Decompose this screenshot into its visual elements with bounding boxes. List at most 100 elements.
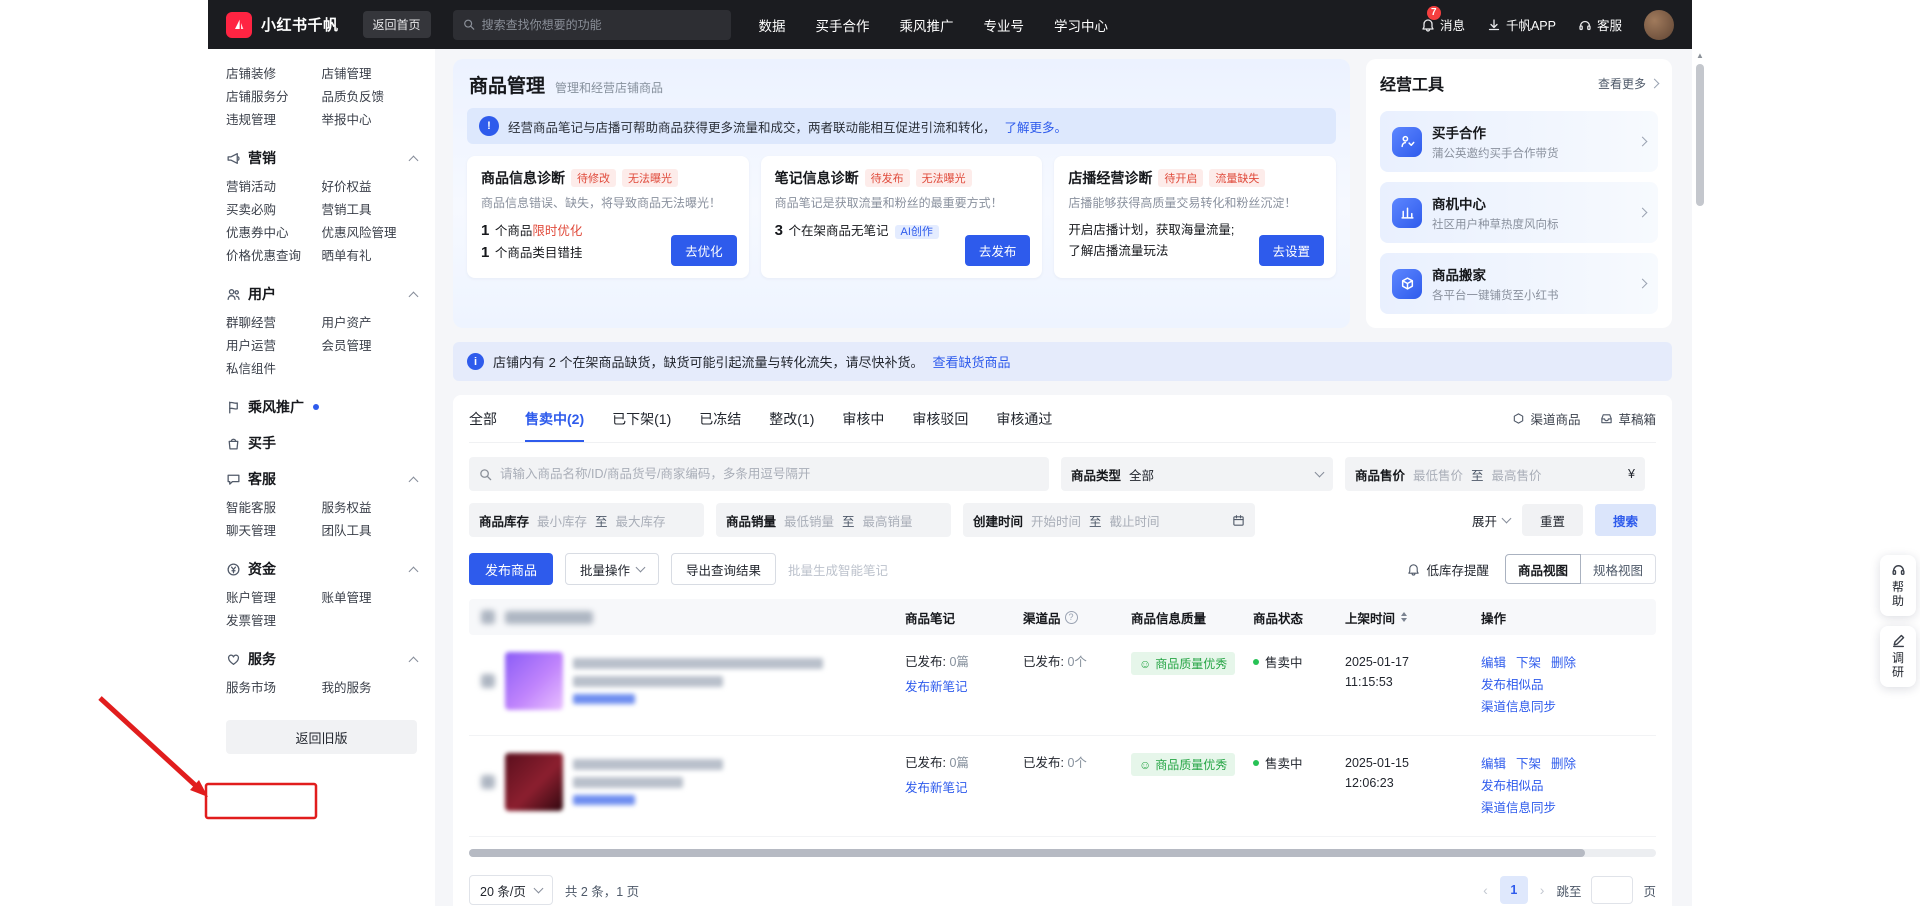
channel-sync-link[interactable]: 渠道信息同步	[1481, 801, 1556, 815]
tab-auditing[interactable]: 审核中	[842, 395, 884, 442]
sidebar-section-wind-promo[interactable]: 乘风推广	[226, 397, 417, 417]
sidebar-section-customer-service[interactable]: 客服	[226, 469, 417, 489]
brand-logo-icon[interactable]	[226, 12, 252, 38]
sidebar-item-promo-risk-management[interactable]: 优惠风险管理	[322, 222, 418, 245]
reset-button[interactable]: 重置	[1522, 504, 1583, 536]
max-stock-input[interactable]: 最大库存	[616, 511, 666, 530]
sidebar-item-marketing-campaign[interactable]: 营销活动	[226, 176, 322, 199]
jump-to-page-input[interactable]	[1591, 876, 1633, 904]
sidebar-item-shop-decoration[interactable]: 店铺装修	[226, 63, 322, 86]
nav-pro-account[interactable]: 专业号	[984, 15, 1025, 35]
sidebar-item-price-promo-query[interactable]: 价格优惠查询	[226, 245, 322, 268]
vertical-scrollbar[interactable]: ▲	[1694, 49, 1706, 906]
edit-link[interactable]: 编辑	[1481, 757, 1506, 771]
publish-new-note-link[interactable]: 发布新笔记	[905, 777, 968, 796]
go-publish-button[interactable]: 去发布	[965, 235, 1031, 266]
sidebar-item-report-center[interactable]: 举报中心	[322, 109, 418, 132]
tab-offline[interactable]: 已下架(1)	[612, 395, 671, 442]
ai-create-tag[interactable]: AI创作	[895, 225, 939, 239]
scroll-up-arrow-icon[interactable]: ▲	[1694, 49, 1706, 63]
view-spec-toggle[interactable]: 规格视图	[1580, 554, 1656, 584]
channel-goods-entry[interactable]: 渠道商品	[1512, 409, 1580, 428]
export-results-button[interactable]: 导出查询结果	[671, 553, 776, 585]
batch-operation-dropdown[interactable]: 批量操作	[565, 553, 659, 585]
low-stock-alert-toggle[interactable]: 低库存提醒	[1407, 560, 1489, 579]
back-to-old-version-button[interactable]: 返回旧版	[226, 720, 417, 754]
live-traffic-guide-link[interactable]: 了解店播流量玩法	[1068, 241, 1250, 262]
go-setup-button[interactable]: 去设置	[1259, 235, 1325, 266]
tab-selling[interactable]: 售卖中(2)	[525, 395, 584, 442]
tab-rectify[interactable]: 整改(1)	[769, 395, 814, 442]
min-sales-input[interactable]: 最低销量	[784, 511, 834, 530]
max-sales-input[interactable]: 最高销量	[863, 511, 913, 530]
tool-product-mover[interactable]: 商品搬家 各平台一键铺货至小红书	[1380, 253, 1658, 314]
sidebar-item-dm-widget[interactable]: 私信组件	[226, 358, 322, 381]
publish-similar-link[interactable]: 发布相似品	[1481, 678, 1544, 692]
sidebar-item-group-chat[interactable]: 群聊经营	[226, 312, 322, 335]
user-avatar[interactable]	[1644, 10, 1674, 40]
tool-buyer-coop[interactable]: 买手合作 蒲公英邀约买手合作带货	[1380, 111, 1658, 172]
product-search-field[interactable]	[469, 457, 1049, 491]
topbar-search[interactable]	[453, 10, 731, 40]
sidebar-section-buyer[interactable]: 买手	[226, 433, 417, 453]
publish-similar-link[interactable]: 发布相似品	[1481, 779, 1544, 793]
sidebar-section-fund[interactable]: 资金	[226, 559, 417, 579]
go-optimize-button[interactable]: 去优化	[671, 235, 737, 266]
qianfan-app-entry[interactable]: 千帆APP	[1487, 15, 1556, 34]
edit-link[interactable]: 编辑	[1481, 656, 1506, 670]
sidebar-item-account-management[interactable]: 账户管理	[226, 587, 322, 610]
take-down-link[interactable]: 下架	[1516, 656, 1541, 670]
product-type-select[interactable]: 商品类型 全部	[1061, 457, 1333, 491]
learn-more-link[interactable]: 了解更多。	[1005, 117, 1068, 136]
tab-all[interactable]: 全部	[469, 395, 497, 442]
tab-passed[interactable]: 审核通过	[996, 395, 1052, 442]
sidebar-item-service-market[interactable]: 服务市场	[226, 677, 322, 700]
horizontal-scrollbar[interactable]	[469, 849, 1656, 857]
search-button[interactable]: 搜索	[1595, 504, 1656, 536]
sidebar-item-violation-management[interactable]: 违规管理	[226, 109, 322, 132]
tab-frozen[interactable]: 已冻结	[699, 395, 741, 442]
sidebar-item-invoice-management[interactable]: 发票管理	[226, 610, 322, 633]
help-float-button[interactable]: 帮助	[1880, 555, 1916, 616]
sidebar-item-shop-management[interactable]: 店铺管理	[322, 63, 418, 86]
end-time-input[interactable]: 截止时间	[1110, 511, 1160, 530]
tool-opportunity-center[interactable]: 商机中心 社区用户种草热度风向标	[1380, 182, 1658, 243]
back-home-button[interactable]: 返回首页	[363, 11, 431, 38]
publish-new-note-link[interactable]: 发布新笔记	[905, 676, 968, 695]
nav-buyer-coop[interactable]: 买手合作	[816, 15, 870, 35]
expand-filters-toggle[interactable]: 展开	[1472, 511, 1510, 530]
sidebar-item-quality-feedback[interactable]: 品质负反馈	[322, 86, 418, 109]
sidebar-item-marketing-tools[interactable]: 营销工具	[322, 199, 418, 222]
sidebar-item-shop-service-score[interactable]: 店铺服务分	[226, 86, 322, 109]
topbar-search-input[interactable]	[482, 18, 721, 32]
sidebar-item-member-management[interactable]: 会员管理	[322, 335, 418, 358]
sidebar-item-coupon-center[interactable]: 优惠券中心	[226, 222, 322, 245]
prev-page-button[interactable]: ‹	[1481, 882, 1490, 898]
sidebar-section-service[interactable]: 服务	[226, 649, 417, 669]
current-page-number[interactable]: 1	[1500, 876, 1528, 904]
delete-link[interactable]: 删除	[1551, 757, 1576, 771]
sidebar-section-user[interactable]: 用户	[226, 284, 417, 304]
survey-float-button[interactable]: 调研	[1880, 626, 1916, 687]
sidebar-item-review-reward[interactable]: 晒单有礼	[322, 245, 418, 268]
delete-link[interactable]: 删除	[1551, 656, 1576, 670]
sort-icon[interactable]	[1401, 612, 1407, 622]
question-icon[interactable]: ?	[1065, 611, 1078, 624]
sidebar-item-good-price-benefit[interactable]: 好价权益	[322, 176, 418, 199]
take-down-link[interactable]: 下架	[1516, 757, 1541, 771]
sidebar-item-chat-management[interactable]: 聊天管理	[226, 520, 322, 543]
horizontal-scrollbar-thumb[interactable]	[469, 849, 1585, 857]
nav-data[interactable]: 数据	[759, 15, 786, 35]
channel-sync-link[interactable]: 渠道信息同步	[1481, 700, 1556, 714]
messages-entry[interactable]: 7 消息	[1421, 15, 1465, 34]
tab-rejected[interactable]: 审核驳回	[912, 395, 968, 442]
next-page-button[interactable]: ›	[1538, 882, 1547, 898]
sidebar-section-marketing[interactable]: 营销	[226, 148, 417, 168]
start-time-input[interactable]: 开始时间	[1031, 511, 1081, 530]
min-stock-input[interactable]: 最小库存	[537, 511, 587, 530]
view-more-link[interactable]: 查看更多	[1598, 75, 1658, 92]
view-product-toggle[interactable]: 商品视图	[1505, 554, 1581, 584]
vertical-scrollbar-thumb[interactable]	[1696, 64, 1704, 206]
batch-smart-notes-button[interactable]: 批量生成智能笔记	[788, 560, 888, 579]
sidebar-item-bill-management[interactable]: 账单管理	[322, 587, 418, 610]
